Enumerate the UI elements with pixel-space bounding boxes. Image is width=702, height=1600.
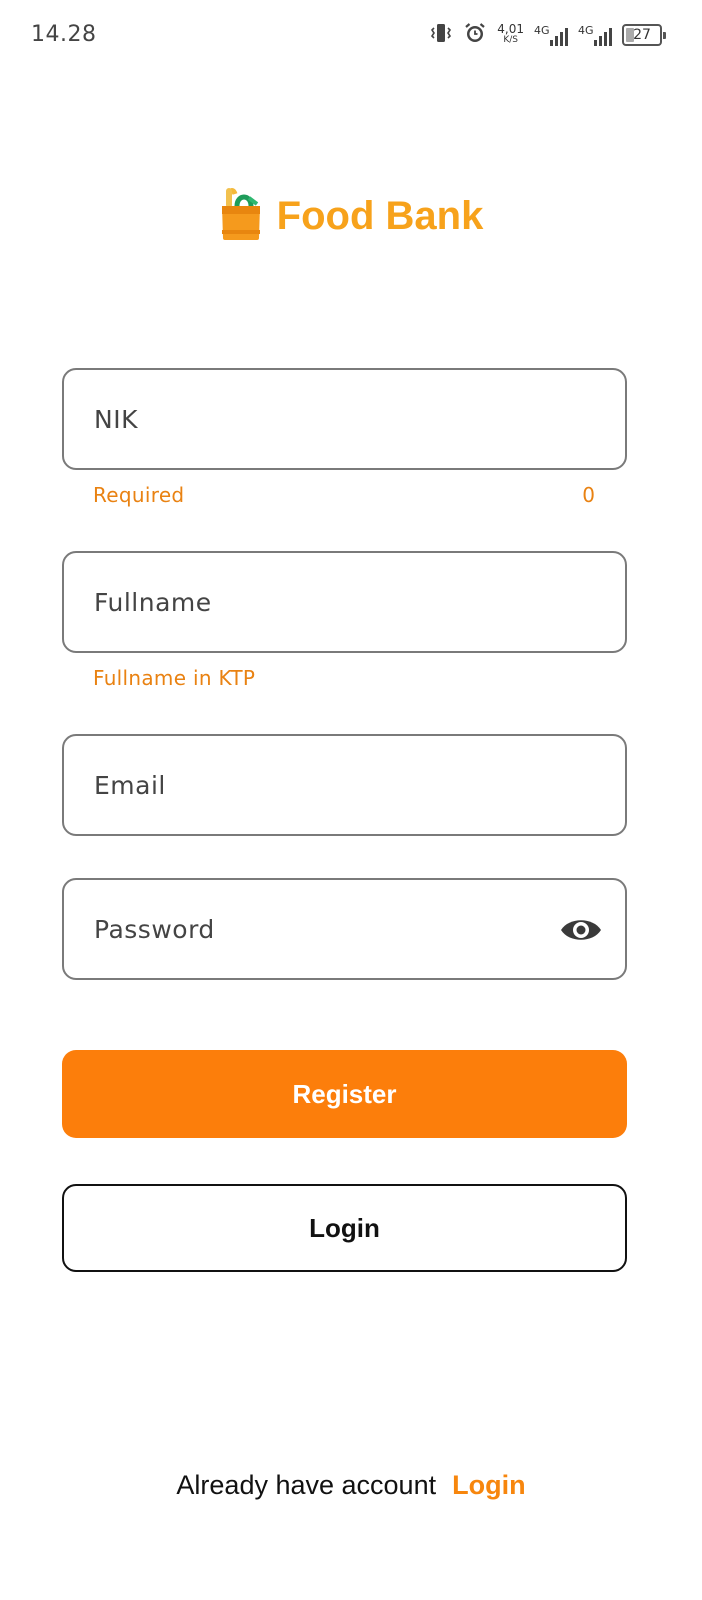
status-bar: 14.28 4,01 K/S 4G 4G 27 (0, 0, 702, 70)
sim1-label: 4G (534, 24, 550, 37)
password-field[interactable] (62, 878, 627, 980)
sim2-label: 4G (578, 24, 594, 37)
login-button[interactable]: Login (62, 1184, 627, 1272)
nik-helper-text: Required (93, 483, 185, 507)
battery-icon: 27 (622, 24, 666, 46)
register-button[interactable]: Register (62, 1050, 627, 1138)
battery-level: 27 (633, 27, 651, 43)
network-speed-unit: K/S (503, 35, 518, 45)
signal-sim1: 4G (534, 22, 568, 48)
email-input[interactable] (94, 736, 554, 834)
already-have-account-text: Already have account (176, 1470, 437, 1500)
fullname-helper-text: Fullname in KTP (93, 666, 256, 690)
network-speed: 4,01 K/S (497, 22, 524, 46)
status-icons: 4,01 K/S 4G 4G 27 (429, 20, 666, 50)
brand-header: Food Bank (0, 186, 702, 247)
nik-field[interactable] (62, 368, 627, 470)
password-input[interactable] (94, 880, 554, 978)
nik-char-counter: 0 (582, 483, 595, 507)
footer-login-prompt: Already have account Login (0, 1470, 702, 1501)
fullname-field[interactable] (62, 551, 627, 653)
grocery-bag-icon (219, 186, 263, 247)
email-field[interactable] (62, 734, 627, 836)
login-link[interactable]: Login (452, 1470, 525, 1501)
app-title: Food Bank (276, 194, 484, 238)
nik-input[interactable] (94, 370, 554, 468)
signal-bars-icon (550, 28, 568, 46)
network-speed-value: 4,01 (497, 22, 524, 36)
vibrate-icon (429, 22, 453, 49)
alarm-icon (463, 21, 487, 50)
status-time: 14.28 (31, 22, 97, 47)
signal-bars-icon (594, 28, 612, 46)
signal-sim2: 4G (578, 22, 612, 48)
eye-icon[interactable] (559, 910, 603, 950)
fullname-input[interactable] (94, 553, 554, 651)
